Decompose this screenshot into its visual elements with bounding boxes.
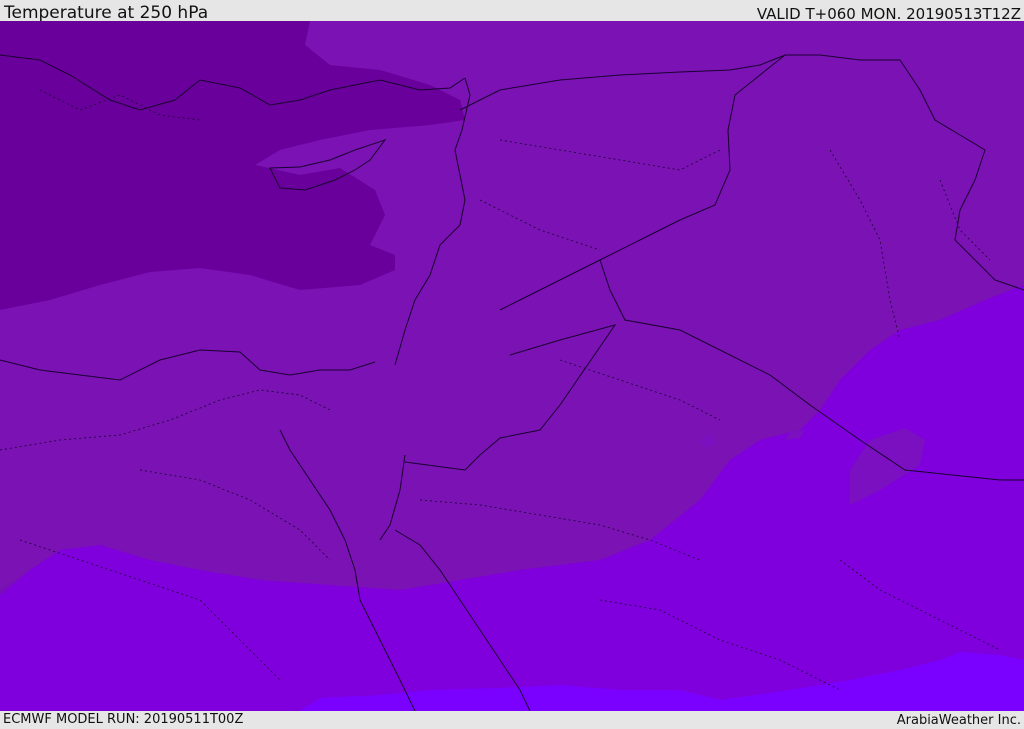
map-title: Temperature at 250 hPa <box>4 3 209 23</box>
credit-label: ArabiaWeather Inc. <box>896 713 1021 728</box>
model-run-label: ECMWF MODEL RUN: 20190511T00Z <box>3 712 244 727</box>
header-bar: Temperature at 250 hPa VALID T+060 MON. … <box>0 0 1024 23</box>
footer-bar: ECMWF MODEL RUN: 20190511T00Z ArabiaWeat… <box>0 711 1024 729</box>
map-canvas <box>0 21 1024 711</box>
temperature-map[interactable] <box>0 21 1024 711</box>
